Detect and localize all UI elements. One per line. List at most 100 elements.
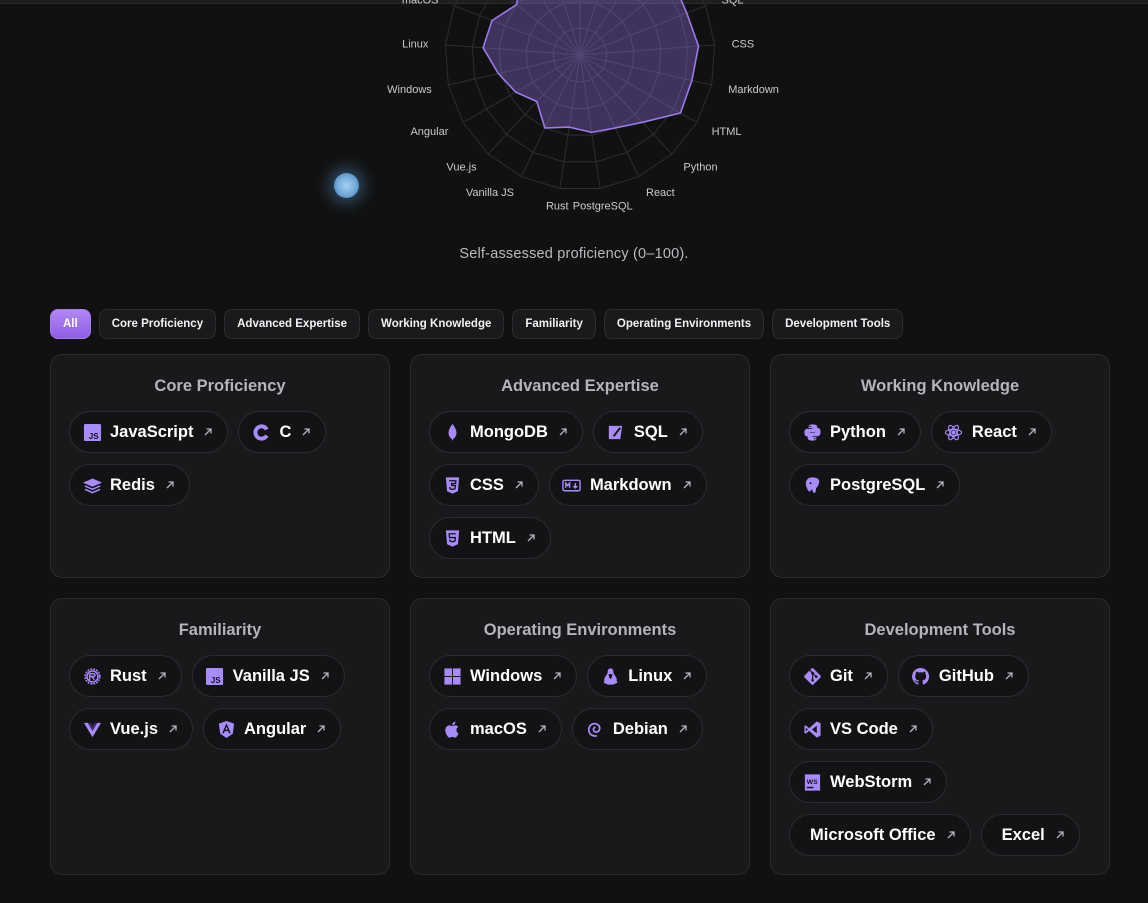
skill-label: macOS (470, 719, 527, 738)
postgresql-icon (802, 475, 822, 495)
skill-chip-github[interactable]: GitHub (897, 655, 1029, 697)
radar-axis-label-rust: Rust (546, 200, 569, 212)
cursor-glow-dot (334, 173, 359, 198)
skill-chip-excel[interactable]: Excel (980, 814, 1080, 856)
linux-icon (600, 666, 620, 686)
skill-chip-javascript[interactable]: JS JavaScript (69, 411, 229, 453)
skill-chip-windows[interactable]: Windows (429, 655, 578, 697)
git-icon (802, 666, 822, 686)
external-link-arrow-icon (922, 777, 932, 787)
skill-label: MongoDB (470, 422, 548, 441)
python-icon (802, 422, 822, 442)
filter-core-proficiency[interactable]: Core Proficiency (98, 309, 217, 339)
sql-icon (606, 422, 626, 442)
js-icon: JS (82, 422, 102, 442)
skill-chip-sql[interactable]: SQL (592, 411, 703, 453)
radar-axis-label-html: HTML (712, 126, 742, 138)
filter-operating-environments[interactable]: Operating Environments (603, 309, 765, 339)
skill-label: VS Code (830, 719, 898, 738)
debian-icon (585, 719, 605, 739)
skill-chip-rust[interactable]: Rust (69, 655, 182, 697)
radar-axis-label-windows: Windows (387, 84, 432, 96)
filter-all[interactable]: All (50, 309, 91, 339)
filter-development-tools[interactable]: Development Tools (772, 309, 904, 339)
skill-chip-angular[interactable]: Angular (203, 708, 342, 750)
skill-chip-vanilla-js[interactable]: JS Vanilla JS (191, 655, 345, 697)
external-link-arrow-icon (301, 427, 311, 437)
vscode-icon (802, 719, 822, 739)
external-link-arrow-icon (168, 724, 178, 734)
external-link-arrow-icon (558, 427, 568, 437)
css-icon (442, 475, 462, 495)
svg-text:JS: JS (88, 432, 98, 441)
skill-chip-webstorm[interactable]: WS WebStorm (789, 761, 948, 803)
mongodb-icon (442, 422, 462, 442)
skill-chip-git[interactable]: Git (789, 655, 888, 697)
skill-chip-mongodb[interactable]: MongoDB (429, 411, 583, 453)
skill-label: Angular (244, 719, 307, 738)
skill-chip-vs-code[interactable]: VS Code (789, 708, 933, 750)
skill-label: Markdown (589, 475, 672, 494)
skill-chip-redis[interactable]: Redis (69, 464, 190, 506)
skill-chip-linux[interactable]: Linux (587, 655, 708, 697)
html-icon (442, 528, 462, 548)
radar-axis-label-markdown: Markdown (728, 84, 779, 96)
external-link-arrow-icon (908, 724, 918, 734)
skill-label: Microsoft Office (810, 825, 936, 844)
skill-label: WebStorm (830, 772, 913, 791)
external-link-arrow-icon (1027, 427, 1037, 437)
external-link-arrow-icon (863, 671, 873, 681)
radar-axis-label-vanilla-js: Vanilla JS (466, 187, 514, 199)
radar-data-area (482, 0, 700, 134)
svg-text:WS: WS (806, 778, 817, 785)
radar-axis-label-python: Python (683, 161, 717, 173)
skill-chip-html[interactable]: HTML (429, 517, 551, 559)
skill-chip-list: MongoDB SQL CSS Markdown HTML (429, 411, 731, 559)
skill-chip-c[interactable]: C (238, 411, 327, 453)
skill-chip-debian[interactable]: Debian (571, 708, 703, 750)
external-link-arrow-icon (678, 724, 688, 734)
external-link-arrow-icon (537, 724, 547, 734)
external-link-arrow-icon (1004, 671, 1014, 681)
rust-icon (82, 666, 102, 686)
card-core-proficiency: Core Proficiency JS JavaScript C Redis (50, 354, 390, 578)
radar-axis-label-sql: SQL (722, 0, 744, 7)
filter-familiarity[interactable]: Familiarity (512, 309, 596, 339)
category-filter-bar: All Core Proficiency Advanced Expertise … (50, 309, 904, 339)
external-link-arrow-icon (935, 480, 945, 490)
windows-icon (442, 666, 462, 686)
skill-label: Excel (1001, 825, 1045, 844)
external-link-arrow-icon (514, 480, 524, 490)
skill-label: JavaScript (110, 422, 194, 441)
external-link-arrow-icon (678, 427, 688, 437)
skill-chip-list: Rust JS Vanilla JS Vue.js Angular (69, 655, 371, 750)
vue-icon (82, 719, 102, 739)
redis-icon (82, 475, 102, 495)
radar-axis-label-react: React (646, 187, 675, 199)
external-link-arrow-icon (203, 427, 213, 437)
skill-label: Vue.js (110, 719, 158, 738)
skill-chip-macos[interactable]: macOS (429, 708, 562, 750)
skill-label: PostgreSQL (830, 475, 926, 494)
skill-chip-list: JS JavaScript C Redis (69, 411, 371, 506)
skill-label: Debian (612, 719, 668, 738)
skill-label: React (971, 422, 1017, 441)
skill-chip-css[interactable]: CSS (429, 464, 539, 506)
skill-chip-postgresql[interactable]: PostgreSQL (789, 464, 961, 506)
card-title: Core Proficiency (154, 377, 286, 395)
c-icon (251, 422, 271, 442)
card-title: Familiarity (178, 621, 262, 639)
skill-chip-vue-js[interactable]: Vue.js (69, 708, 193, 750)
radar-axis-label-postgresql: PostgreSQL (573, 200, 633, 212)
markdown-icon (562, 475, 582, 495)
card-title: Advanced Expertise (501, 377, 659, 395)
external-link-arrow-icon (1055, 830, 1065, 840)
skill-chip-python[interactable]: Python (789, 411, 921, 453)
filter-advanced-expertise[interactable]: Advanced Expertise (224, 309, 361, 339)
skill-chip-markdown[interactable]: Markdown (548, 464, 707, 506)
filter-working-knowledge[interactable]: Working Knowledge (368, 309, 505, 339)
skill-label: SQL (633, 422, 668, 441)
react-icon (944, 422, 964, 442)
skill-chip-react[interactable]: React (930, 411, 1052, 453)
skill-chip-microsoft-office[interactable]: Microsoft Office (789, 814, 971, 856)
